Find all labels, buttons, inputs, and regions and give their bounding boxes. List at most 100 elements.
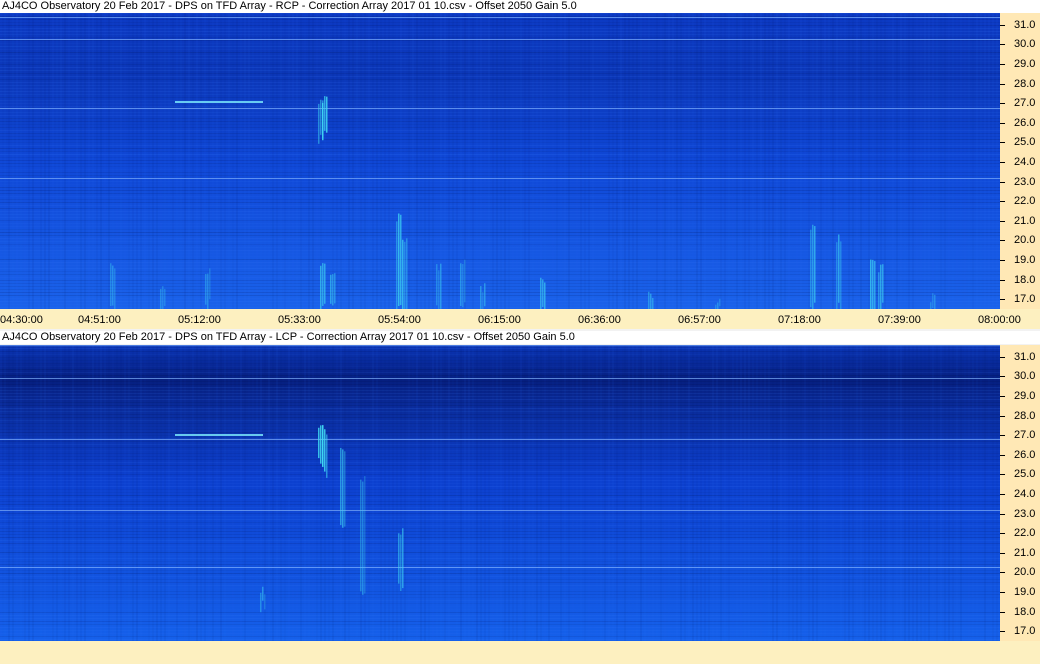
noise-column: [536, 13, 538, 309]
noise-column: [188, 345, 190, 641]
noise-column: [912, 13, 914, 309]
x-tick-label: 06:36:00: [578, 314, 621, 326]
noise-column: [968, 345, 970, 641]
noise-column: [496, 345, 498, 641]
noise-column: [888, 345, 890, 641]
noise-column: [68, 345, 70, 641]
noise-column: [316, 345, 318, 641]
noise-column: [756, 345, 758, 641]
radio-burst: [402, 239, 404, 309]
radio-burst: [326, 434, 328, 478]
noise-column: [352, 345, 354, 641]
noise-column: [124, 13, 126, 309]
noise-column: [760, 345, 762, 641]
noise-column: [472, 13, 474, 309]
noise-column: [600, 345, 602, 641]
noise-column: [652, 345, 654, 641]
noise-column: [56, 13, 58, 309]
noise-column: [664, 345, 666, 641]
noise-column: [460, 345, 462, 641]
noise-column: [52, 13, 54, 309]
noise-column: [396, 345, 398, 641]
noise-column: [160, 13, 162, 309]
noise-column: [120, 345, 122, 641]
noise-column: [404, 345, 406, 641]
noise-column: [8, 345, 10, 641]
noise-column: [432, 345, 434, 641]
noise-column: [644, 13, 646, 309]
noise-column: [548, 345, 550, 641]
noise-column: [552, 13, 554, 309]
y-tick-mark: [1000, 181, 1005, 183]
noise-column: [916, 345, 918, 641]
noise-column: [672, 345, 674, 641]
noise-column: [132, 345, 134, 641]
interference-line: [0, 567, 1000, 568]
noise-column: [784, 345, 786, 641]
noise-column: [608, 345, 610, 641]
noise-column: [988, 345, 990, 641]
noise-column: [428, 13, 430, 309]
noise-column: [748, 345, 750, 641]
noise-column: [580, 13, 582, 309]
noise-column: [144, 13, 146, 309]
radio-burst: [482, 292, 484, 309]
noise-column: [144, 345, 146, 641]
y-tick-label: 19.0: [1014, 253, 1036, 266]
radio-burst: [262, 586, 264, 601]
noise-column: [272, 345, 274, 641]
noise-column: [860, 13, 862, 309]
noise-column: [192, 345, 194, 641]
noise-column: [0, 13, 2, 309]
noise-column: [320, 13, 322, 309]
noise-column: [72, 13, 74, 309]
noise-column: [372, 13, 374, 309]
carrier-trace: [175, 434, 263, 436]
y-tick-mark: [1000, 259, 1005, 261]
noise-column: [388, 345, 390, 641]
noise-column: [772, 345, 774, 641]
noise-column: [924, 345, 926, 641]
noise-column: [696, 345, 698, 641]
noise-column: [476, 13, 478, 309]
bottom-bar: [0, 641, 1040, 664]
noise-column: [36, 13, 38, 309]
x-tick-label: 04:51:00: [78, 314, 121, 326]
noise-column: [424, 345, 426, 641]
noise-column: [720, 345, 722, 641]
noise-column: [996, 345, 998, 641]
noise-column: [576, 13, 578, 309]
noise-column: [280, 13, 282, 309]
noise-column: [128, 13, 130, 309]
noise-column: [816, 345, 818, 641]
noise-column: [736, 345, 738, 641]
y-tick-label: 21.0: [1014, 546, 1036, 559]
y-tick-mark: [1000, 533, 1005, 535]
noise-column: [892, 345, 894, 641]
noise-column: [192, 13, 194, 309]
y-tick-label: 24.0: [1014, 155, 1036, 168]
noise-column: [28, 345, 30, 641]
noise-column: [904, 13, 906, 309]
noise-column: [964, 345, 966, 641]
noise-column: [200, 345, 202, 641]
radio-burst: [322, 425, 324, 467]
radio-burst: [205, 273, 207, 305]
radio-burst: [440, 263, 442, 309]
noise-column: [952, 345, 954, 641]
noise-column: [752, 345, 754, 641]
noise-column: [312, 13, 314, 309]
noise-column: [580, 345, 582, 641]
noise-column: [64, 345, 66, 641]
noise-column: [780, 345, 782, 641]
noise-column: [492, 345, 494, 641]
noise-column: [188, 13, 190, 309]
noise-column: [936, 13, 938, 309]
noise-column: [836, 345, 838, 641]
noise-column: [496, 13, 498, 309]
radio-burst: [160, 288, 162, 309]
radio-burst: [406, 238, 408, 309]
noise-column: [172, 345, 174, 641]
noise-column: [880, 13, 882, 309]
noise-column: [372, 345, 374, 641]
